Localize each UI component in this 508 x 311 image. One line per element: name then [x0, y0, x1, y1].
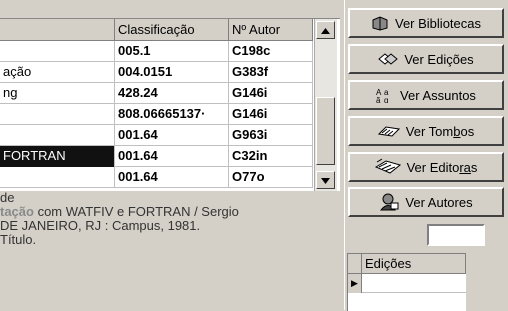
cell-classificacao: 001.64 [115, 146, 229, 167]
button-label: Ver Bibliotecas [395, 15, 481, 31]
editions-grid[interactable]: Edições ▶ [347, 253, 466, 311]
button-label: Ver Editoras [406, 159, 478, 175]
table-row[interactable]: 001.64 G963i [0, 125, 313, 146]
table-row-selected[interactable]: FORTRAN 001.64 C32in [0, 146, 313, 167]
column-header-classificacao[interactable]: Classificação [115, 19, 229, 41]
ver-assuntos-button[interactable]: Aaãg Ver Assuntos [348, 80, 504, 110]
table-row[interactable]: 005.1 C198c [0, 41, 313, 62]
tombos-icon [377, 126, 400, 137]
cell-title: FORTRAN [0, 146, 115, 167]
cell-autor: C32in [229, 146, 313, 167]
scroll-down-button[interactable] [316, 171, 335, 189]
ver-bibliotecas-button[interactable]: Ver Bibliotecas [348, 8, 504, 38]
scroll-thumb[interactable] [316, 97, 335, 165]
cell-title: ação [0, 62, 115, 83]
column-header-title[interactable] [0, 19, 115, 41]
cell-autor: G146i [229, 104, 313, 125]
publishers-icon [374, 158, 401, 174]
cell-title [0, 167, 115, 188]
triangle-down-icon [321, 178, 330, 184]
detail-line: de [0, 191, 15, 205]
cell-title [0, 125, 115, 146]
detail-line: DE JANEIRO, RJ : Campus, 1981. [0, 219, 201, 233]
scroll-up-button[interactable] [316, 21, 335, 39]
cell-autor: G963i [229, 125, 313, 146]
cell-autor: O77o [229, 167, 313, 188]
small-input[interactable] [427, 224, 485, 246]
triangle-up-icon [321, 28, 330, 34]
detail-line: tação com WATFIV e FORTRAN / Sergio [0, 205, 340, 219]
table-row[interactable]: ação 004.0151 G383f [0, 62, 313, 83]
cell-classificacao: 808.06665137· [115, 104, 229, 125]
authors-icon [380, 193, 399, 211]
cell-classificacao: 005.1 [115, 41, 229, 62]
cell-autor: C198c [229, 41, 313, 62]
grid-corner [348, 254, 362, 274]
cell-classificacao: 001.64 [115, 167, 229, 188]
books-grid[interactable]: Classificação Nº Autor 005.1 C198c ação … [0, 18, 340, 191]
ver-autores-button[interactable]: Ver Autores [348, 187, 504, 217]
cell-autor: G383f [229, 62, 313, 83]
button-label: Ver Tombos [405, 123, 475, 139]
record-detail: de tação com WATFIV e FORTRAN / Sergio D… [0, 191, 340, 247]
editions-icon [378, 53, 399, 65]
row-indicator-icon: ▶ [348, 274, 362, 293]
ver-tombos-button[interactable]: Ver Tombos [348, 116, 504, 146]
table-row[interactable]: 808.06665137· G146i [0, 104, 313, 125]
library-icon [372, 16, 388, 31]
detail-highlight: tação [0, 205, 34, 219]
cell-classificacao: 001.64 [115, 125, 229, 146]
column-header-autor[interactable]: Nº Autor [229, 19, 313, 41]
table-row[interactable]: ng 428.24 G146i [0, 83, 313, 104]
cell-classificacao: 428.24 [115, 83, 229, 104]
svg-text:ã: ã [376, 96, 381, 103]
ver-editoras-button[interactable]: Ver Editoras [348, 152, 504, 182]
svg-text:g: g [384, 96, 388, 103]
cell-classificacao: 004.0151 [115, 62, 229, 83]
subjects-icon: Aaã g [376, 88, 389, 103]
button-label: Ver Edições [404, 51, 474, 67]
vertical-scrollbar[interactable] [314, 19, 337, 191]
detail-text: com WATFIV e FORTRAN / Sergio [33, 205, 239, 219]
button-label: Ver Autores [405, 194, 473, 210]
detail-line: Título. [0, 233, 37, 247]
cell-autor: G146i [229, 83, 313, 104]
cell-title [0, 41, 115, 62]
ver-edicoes-button[interactable]: Ver Edições [348, 44, 504, 74]
cell-title: ng [0, 83, 115, 104]
cell-title [0, 104, 115, 125]
table-row[interactable]: 001.64 O77o [0, 167, 313, 188]
table-row[interactable]: ▶ [348, 274, 466, 293]
column-header-edicoes[interactable]: Edições [362, 254, 466, 274]
button-label: Ver Assuntos [400, 87, 476, 103]
